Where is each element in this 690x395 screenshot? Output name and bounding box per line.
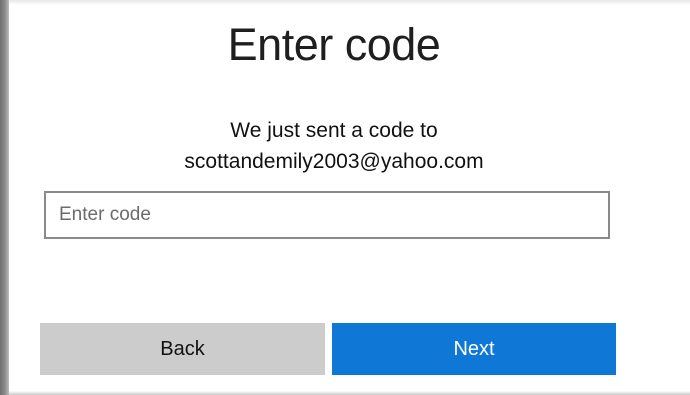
code-sent-message: We just sent a code to scottandemily2003… [9,115,659,177]
back-button[interactable]: Back [40,323,325,375]
next-button[interactable]: Next [332,323,616,375]
window-left-edge [0,0,9,395]
window-bottom-edge [9,391,690,395]
email-address: scottandemily2003@yahoo.com [184,150,484,173]
page-title: Enter code [227,19,441,70]
enter-code-dialog: Enter code We just sent a code to scotta… [9,5,690,391]
code-sent-message-line: We just sent a code to [230,119,438,142]
code-input[interactable] [44,191,610,239]
